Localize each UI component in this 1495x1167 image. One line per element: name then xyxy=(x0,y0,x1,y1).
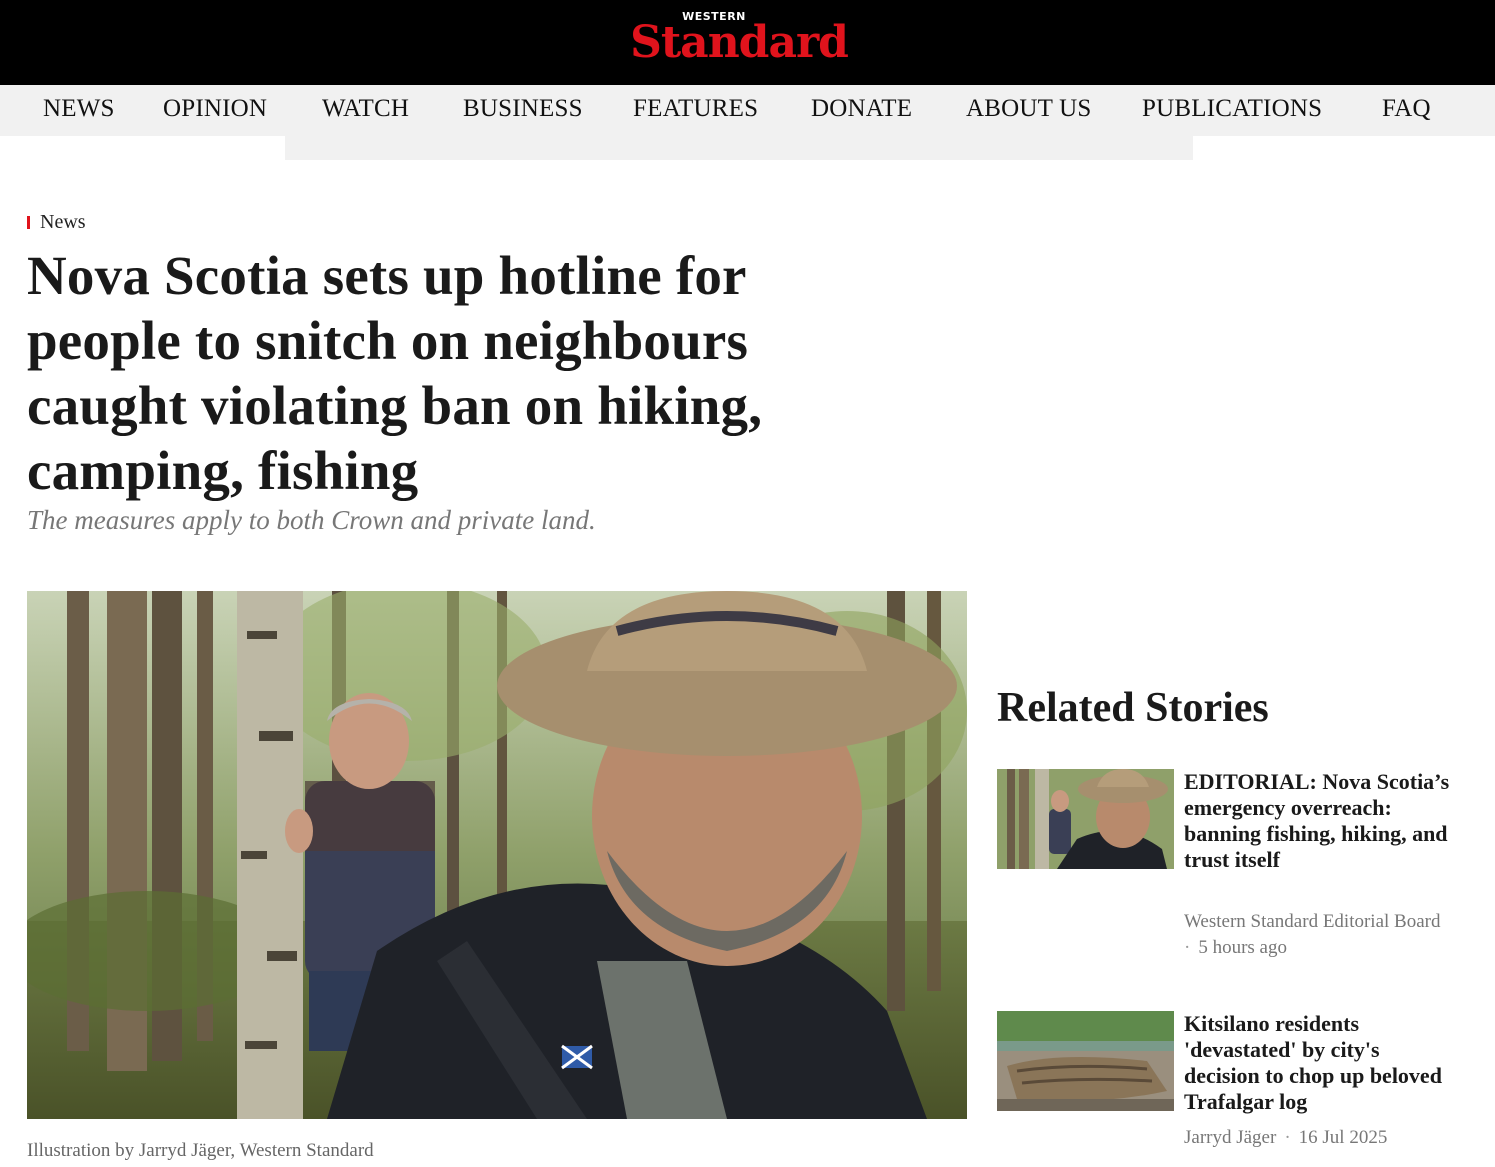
nav-item-features[interactable]: FEATURES xyxy=(633,95,758,123)
story-time: 16 Jul 2025 xyxy=(1298,1127,1388,1148)
story-meta: Jarryd Jäger · 16 Jul 2025 xyxy=(1184,1125,1464,1151)
story-thumbnail[interactable] xyxy=(997,769,1174,869)
nav-item-donate[interactable]: DONATE xyxy=(811,95,912,123)
forest-illustration xyxy=(27,591,967,1119)
site-header: WESTERN Standard xyxy=(0,0,1495,85)
story-thumbnail[interactable] xyxy=(997,1011,1174,1111)
article-category[interactable]: News xyxy=(27,210,86,234)
article-headline: Nova Scotia sets up hotline for people t… xyxy=(27,245,763,501)
nav-item-opinion[interactable]: OPINION xyxy=(163,95,267,123)
related-stories-title: Related Stories xyxy=(997,685,1269,731)
story-author[interactable]: Jarryd Jäger xyxy=(1184,1127,1276,1148)
logo-wordmark: Standard xyxy=(630,17,849,68)
nav-item-news[interactable]: NEWS xyxy=(43,95,115,123)
site-logo[interactable]: WESTERN Standard xyxy=(618,10,860,70)
story-thumbnail-image xyxy=(997,1011,1174,1111)
nav-item-watch[interactable]: WATCH xyxy=(322,95,409,123)
story-thumbnail-image xyxy=(997,769,1174,869)
nav-item-faq[interactable]: FAQ xyxy=(1382,95,1431,123)
story-headline[interactable]: Kitsilano residents 'devastated' by city… xyxy=(1184,1011,1454,1115)
article-subhead: The measures apply to both Crown and pri… xyxy=(27,505,596,535)
story-author[interactable]: Western Standard Editorial Board xyxy=(1184,911,1440,932)
hero-image xyxy=(27,591,967,1119)
nav-item-about-us[interactable]: ABOUT US xyxy=(966,95,1091,123)
story-time: 5 hours ago xyxy=(1198,937,1287,958)
related-story[interactable]: EDITORIAL: Nova Scotia’s emergency overr… xyxy=(997,769,1467,984)
category-marker xyxy=(27,215,30,229)
nav-item-business[interactable]: BUSINESS xyxy=(463,95,583,123)
story-meta: Western Standard Editorial Board · 5 hour… xyxy=(1184,909,1454,961)
nav-dropdown-strip xyxy=(285,136,1193,160)
main-nav: NEWS OPINION WATCH BUSINESS FEATURES DON… xyxy=(0,85,1495,136)
category-label: News xyxy=(40,210,86,233)
image-caption: Illustration by Jarryd Jäger, Western St… xyxy=(27,1140,374,1161)
meta-separator: · xyxy=(1184,937,1191,958)
meta-separator: · xyxy=(1284,1127,1291,1148)
nav-item-publications[interactable]: PUBLICATIONS xyxy=(1142,95,1322,123)
related-story[interactable]: Kitsilano residents 'devastated' by city… xyxy=(997,1011,1467,1161)
story-headline[interactable]: EDITORIAL: Nova Scotia’s emergency overr… xyxy=(1184,769,1454,873)
